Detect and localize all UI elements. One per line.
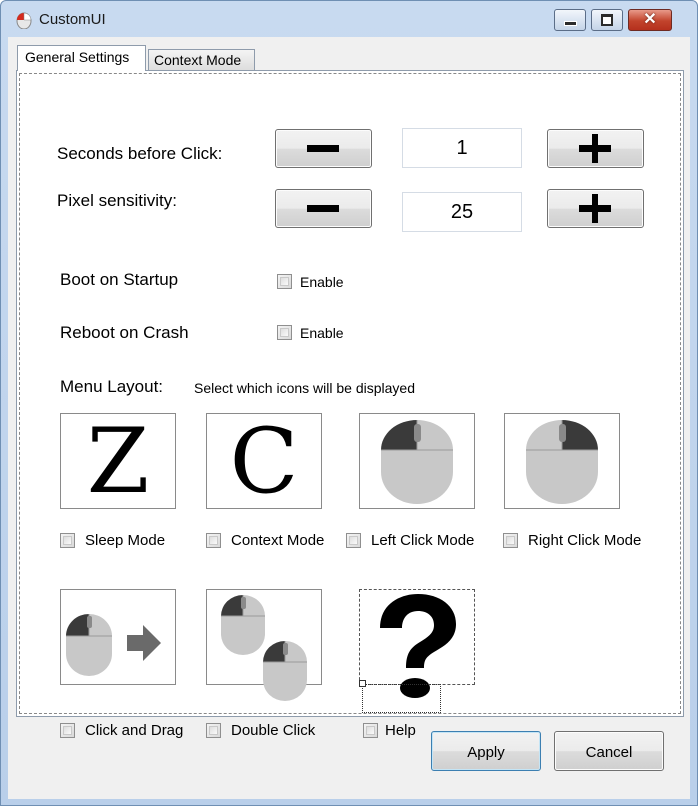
- tab-general-settings-label: General Settings: [25, 49, 130, 65]
- context-mode-label[interactable]: Context Mode: [231, 532, 324, 549]
- right-click-mode-label[interactable]: Right Click Mode: [528, 532, 641, 549]
- boot-on-startup-label: Boot on Startup: [60, 270, 179, 289]
- left-click-mode-label[interactable]: Left Click Mode: [371, 532, 474, 549]
- tab-context-mode[interactable]: Context Mode: [148, 49, 255, 71]
- left-click-mode-preview: [359, 413, 475, 509]
- plus-icon-vertical: [592, 194, 598, 223]
- reboot-enable-checkbox[interactable]: [277, 325, 292, 340]
- seconds-increase-button[interactable]: [547, 129, 644, 168]
- help-checkbox[interactable]: [363, 723, 378, 738]
- boot-enable-label[interactable]: Enable: [300, 274, 344, 290]
- seconds-value-field[interactable]: 1: [402, 128, 522, 168]
- maximize-icon: [601, 14, 613, 26]
- app-window: CustomUI ✕ General Settings Context Mode…: [0, 0, 698, 806]
- context-mode-preview: C: [206, 409, 322, 514]
- sleep-mode-label[interactable]: Sleep Mode: [85, 532, 165, 549]
- click-and-drag-label[interactable]: Click and Drag: [85, 722, 183, 739]
- boot-enable-checkbox[interactable]: [277, 274, 292, 289]
- left-click-mode-checkbox[interactable]: [346, 533, 361, 548]
- tab-context-mode-label: Context Mode: [154, 52, 242, 68]
- sleep-mode-preview: Z: [60, 409, 176, 514]
- menu-layout-label: Menu Layout:: [60, 377, 164, 396]
- double-click-preview: [206, 589, 322, 701]
- minus-icon: [307, 205, 339, 212]
- context-mode-checkbox[interactable]: [206, 533, 221, 548]
- minus-icon: [307, 145, 339, 152]
- close-button[interactable]: ✕: [628, 9, 672, 31]
- pixel-sensitivity-label: Pixel sensitivity:: [57, 191, 177, 210]
- mouse-drag-icon: [66, 614, 161, 676]
- tab-general-settings[interactable]: General Settings: [17, 45, 146, 71]
- right-click-mode-preview: [504, 413, 620, 509]
- click-and-drag-preview: [60, 589, 176, 685]
- double-click-label[interactable]: Double Click: [231, 722, 315, 739]
- pixel-increase-button[interactable]: [547, 189, 644, 228]
- app-mouse-icon: [16, 12, 32, 29]
- double-click-checkbox[interactable]: [206, 723, 221, 738]
- help-preview: [359, 589, 475, 698]
- apply-button[interactable]: Apply: [431, 731, 541, 771]
- mouse-right-click-icon: [526, 420, 598, 504]
- sleep-z-icon: Z: [86, 409, 150, 514]
- close-icon: ✕: [643, 11, 657, 28]
- right-click-mode-checkbox[interactable]: [503, 533, 518, 548]
- plus-icon-vertical: [592, 134, 598, 163]
- click-and-drag-checkbox[interactable]: [60, 723, 75, 738]
- mouse-double-click-icon: [221, 595, 307, 701]
- resize-grip-handle[interactable]: [359, 680, 366, 687]
- minimize-icon: [564, 21, 577, 26]
- reboot-on-crash-label: Reboot on Crash: [60, 323, 189, 342]
- cancel-button[interactable]: Cancel: [554, 731, 664, 771]
- pixel-value-field[interactable]: 25: [402, 192, 522, 232]
- menu-layout-hint: Select which icons will be displayed: [194, 380, 415, 396]
- seconds-decrease-button[interactable]: [275, 129, 372, 168]
- mouse-left-click-icon: [381, 420, 453, 504]
- maximize-button[interactable]: [591, 9, 623, 31]
- general-settings-panel: Seconds before Click: 1 Pixel sensitivit…: [16, 70, 684, 739]
- minimize-button[interactable]: [554, 9, 586, 31]
- help-label[interactable]: Help: [385, 722, 416, 739]
- seconds-before-click-label: Seconds before Click:: [57, 144, 223, 163]
- reboot-enable-label[interactable]: Enable: [300, 325, 344, 341]
- title-bar[interactable]: CustomUI ✕: [1, 1, 697, 37]
- context-c-icon: C: [229, 409, 299, 514]
- pixel-decrease-button[interactable]: [275, 189, 372, 228]
- sleep-mode-checkbox[interactable]: [60, 533, 75, 548]
- help-focus-rectangle: [362, 684, 441, 713]
- window-title: CustomUI: [39, 11, 106, 28]
- client-area: General Settings Context Mode Seconds be…: [8, 37, 690, 799]
